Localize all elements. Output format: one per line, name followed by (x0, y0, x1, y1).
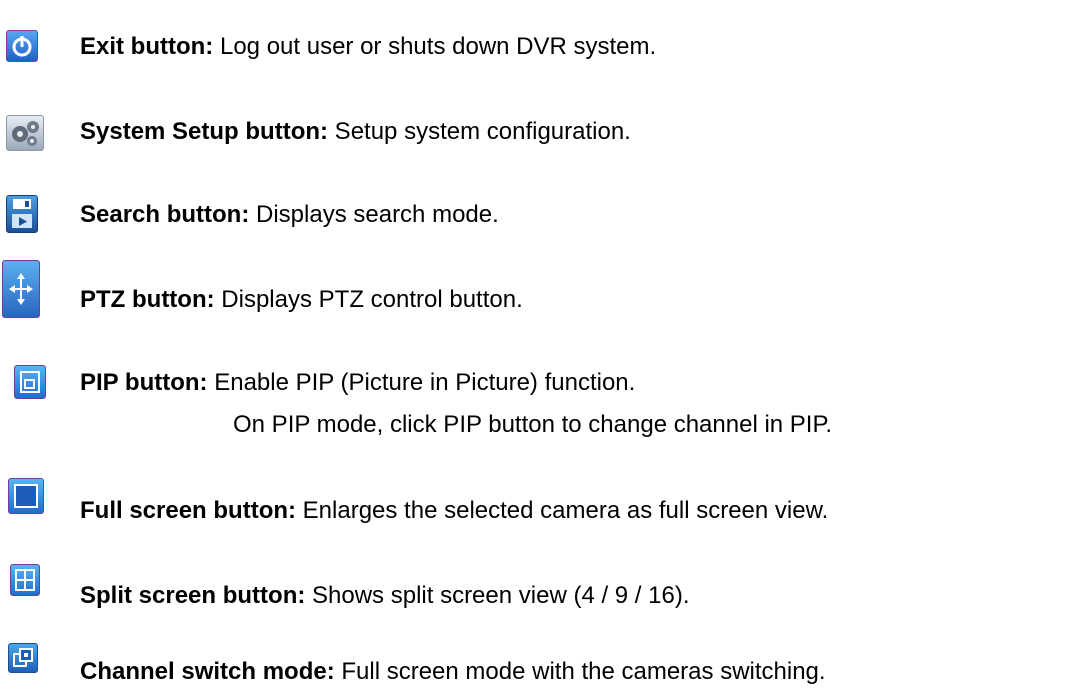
exit-row: Exit button: Log out user or shuts down … (80, 33, 656, 61)
item-desc: Enlarges the selected camera as full scr… (296, 497, 829, 524)
channel-switch-icon (8, 643, 38, 673)
channel-switch-row: Channel switch mode: Full screen mode wi… (80, 658, 826, 686)
item-desc: Shows split screen view (4 / 9 / 16). (305, 582, 690, 609)
item-desc: Setup system configuration. (328, 118, 631, 145)
gears-icon (6, 115, 44, 151)
item-desc: Full screen mode with the cameras switch… (334, 658, 826, 685)
full-screen-row: Full screen button: Enlarges the selecte… (80, 497, 828, 525)
system-setup-row: System Setup button: Setup system config… (80, 118, 631, 146)
pip-row-continued: On PIP mode, click PIP button to change … (233, 411, 833, 438)
pip-row: PIP button: Enable PIP (Picture in Pictu… (80, 369, 635, 397)
item-label: Exit button: (80, 33, 214, 60)
item-label: Search button: (80, 201, 250, 228)
full-screen-icon (8, 478, 44, 514)
split-screen-icon (10, 564, 40, 596)
item-label: Full screen button: (80, 497, 296, 524)
ptz-arrows-icon (2, 260, 40, 318)
item-label: System Setup button: (80, 118, 329, 145)
power-icon (6, 30, 38, 62)
item-desc: Displays search mode. (249, 201, 499, 228)
floppy-play-icon (6, 195, 38, 233)
item-label: Channel switch mode: (80, 658, 335, 685)
search-row: Search button: Displays search mode. (80, 201, 499, 229)
item-label: PTZ button: (80, 286, 215, 313)
item-label: Split screen button: (80, 582, 306, 609)
item-desc: Displays PTZ control button. (214, 286, 523, 313)
item-desc: Enable PIP (Picture in Picture) function… (207, 369, 636, 396)
item-desc: Log out user or shuts down DVR system. (213, 33, 657, 60)
ptz-row: PTZ button: Displays PTZ control button. (80, 286, 523, 314)
pip-icon (14, 365, 46, 399)
item-label: PIP button: (80, 369, 208, 396)
split-screen-row: Split screen button: Shows split screen … (80, 582, 690, 610)
